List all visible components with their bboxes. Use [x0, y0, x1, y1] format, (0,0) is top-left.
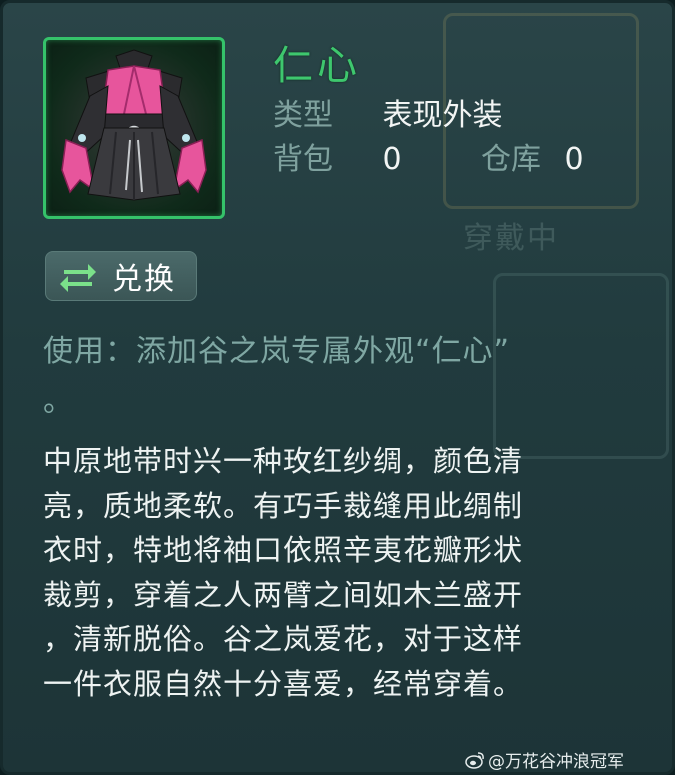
watermark: @万花谷冲浪冠军: [465, 747, 624, 772]
watermark-text: @万花谷冲浪冠军: [488, 752, 624, 772]
usage-line-2: 。: [43, 384, 74, 419]
exchange-label: 兑换: [112, 262, 176, 297]
weibo-logo-icon: [465, 751, 484, 769]
bag-count: 0: [382, 142, 402, 177]
background-ghost-text: 穿戴中: [463, 221, 559, 256]
pink-robe-outfit-icon: [61, 49, 207, 201]
warehouse-row: 仓库 0: [481, 143, 584, 177]
usage-text: 使用：添加谷之岚专属外观“仁心” 。: [43, 327, 643, 427]
bag-row: 背包 0: [273, 143, 402, 177]
description-line: ，清新脱俗。谷之岚爱花，对于这样: [43, 622, 524, 656]
item-tooltip-panel: 穿戴中 仁心 类型 表现外装 背包 0 仓库 0 兑换 使用：添加谷之岚专属外观…: [0, 0, 675, 775]
type-value: 表现外装: [382, 98, 503, 133]
item-description: 中原地带时兴一种玫红纱绸，颜色清 亮，质地柔软。有巧手裁缝用此绸制 衣时，特地将…: [43, 439, 638, 706]
description-line: 亮，质地柔软。有巧手裁缝用此绸制: [43, 488, 524, 523]
item-icon-frame: [43, 37, 225, 219]
item-type-row: 类型 表现外装: [273, 99, 503, 133]
item-name: 仁心: [273, 43, 361, 89]
usage-line-1: 使用：添加谷之岚专属外观“仁心”: [43, 334, 511, 369]
description-line: 衣时，特地将袖口依照辛夷花瓣形状: [43, 533, 524, 567]
bag-label: 背包: [273, 142, 333, 177]
swap-arrows-icon: [60, 264, 96, 292]
description-line: 裁剪，穿着之人两臂之间如木兰盛开: [43, 577, 524, 612]
description-line: 中原地带时兴一种玫红纱绸，颜色清: [43, 444, 524, 478]
warehouse-label: 仓库: [481, 142, 541, 177]
type-label: 类型: [273, 98, 333, 133]
warehouse-count: 0: [564, 142, 584, 177]
exchange-button[interactable]: 兑换: [45, 251, 197, 301]
description-line: 一件衣服自然十分喜爱，经常穿着。: [43, 666, 524, 701]
